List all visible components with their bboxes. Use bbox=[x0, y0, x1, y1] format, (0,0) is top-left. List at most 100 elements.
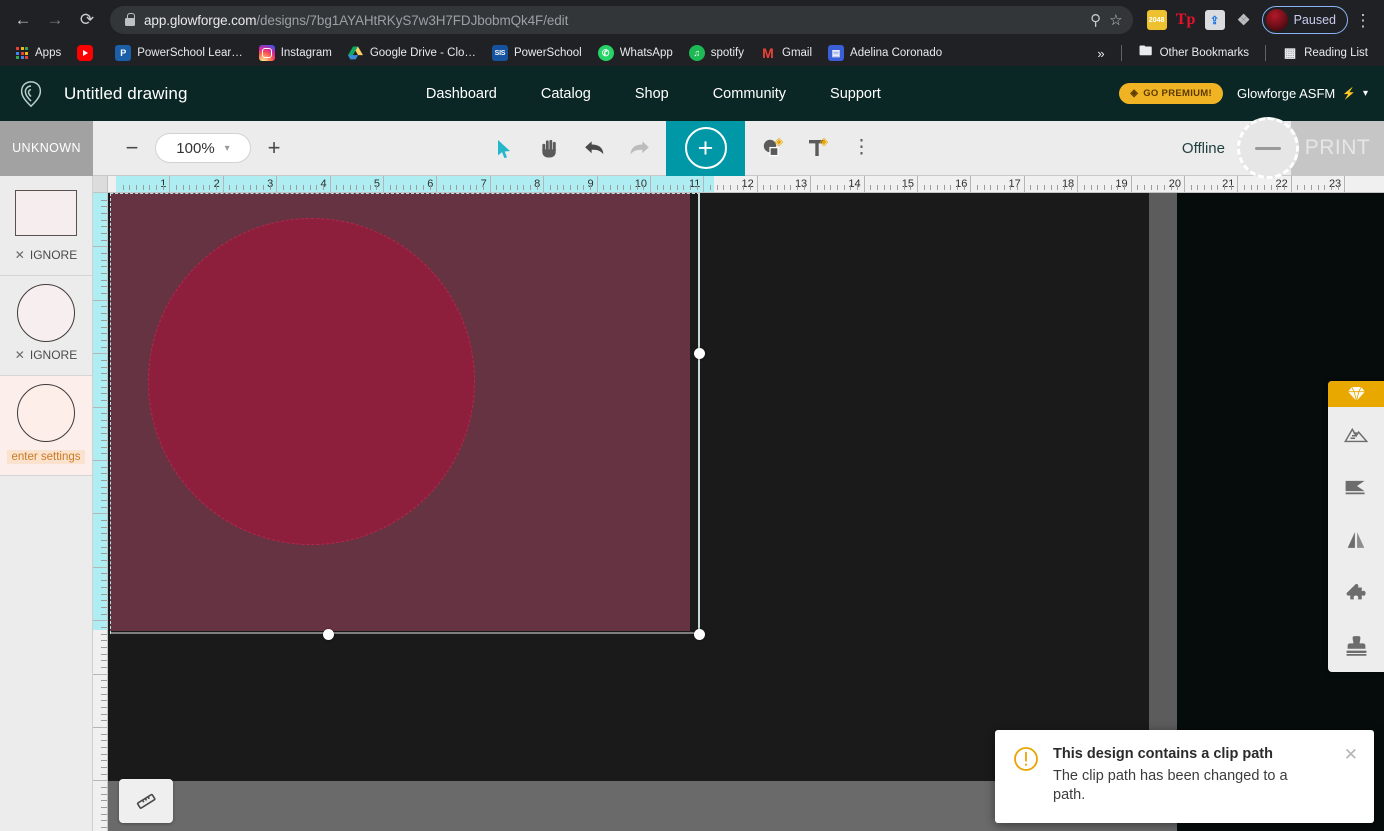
ruler-minor-tick bbox=[770, 185, 772, 190]
kebab-menu-icon[interactable]: ⋮ bbox=[1350, 12, 1376, 29]
pan-tool[interactable] bbox=[527, 131, 572, 165]
ruler-minor-tick bbox=[1257, 185, 1259, 190]
stamp-tool[interactable] bbox=[1328, 619, 1384, 672]
enter-settings-label[interactable]: enter settings bbox=[7, 450, 85, 464]
bookmark-apps[interactable]: Apps bbox=[8, 44, 69, 62]
premium-shapes-tool[interactable] bbox=[1328, 381, 1384, 407]
todoist-extension-icon[interactable]: Tp bbox=[1176, 10, 1196, 30]
nav-community[interactable]: Community bbox=[713, 86, 786, 102]
ruler-minor-tick bbox=[269, 185, 271, 190]
bookmark-whatsapp[interactable]: ✆ WhatsApp bbox=[590, 42, 681, 64]
ruler-minor-tick bbox=[101, 827, 107, 829]
bookmark-youtube[interactable] bbox=[69, 42, 107, 64]
ruler-minor-tick bbox=[1204, 185, 1206, 190]
star-icon[interactable]: ☆ bbox=[1109, 11, 1122, 29]
right-tools-panel bbox=[1328, 381, 1384, 672]
resize-handle-bottom[interactable] bbox=[323, 629, 334, 640]
address-bar[interactable]: app.glowforge.com/designs/7bg1AYAHtRKyS7… bbox=[110, 6, 1133, 34]
ruler-minor-tick bbox=[101, 633, 107, 635]
key-icon[interactable]: ⚲ bbox=[1090, 11, 1101, 29]
text-tool[interactable]: ◈ bbox=[794, 131, 839, 165]
reload-button[interactable]: ⟳ bbox=[72, 5, 102, 35]
ruler-minor-tick bbox=[101, 767, 107, 769]
ruler-tick bbox=[1130, 176, 1132, 192]
layer-status[interactable]: ✕ IGNORE bbox=[15, 248, 77, 262]
bookmark-label: Google Drive - Clo… bbox=[369, 47, 476, 59]
print-knob[interactable] bbox=[1237, 117, 1299, 179]
measure-tool-button[interactable] bbox=[119, 779, 173, 823]
outline-tool[interactable] bbox=[1328, 407, 1384, 460]
circle-shape-icon bbox=[17, 284, 75, 342]
ruler-minor-tick bbox=[1304, 185, 1306, 190]
ruler-tick bbox=[1077, 176, 1079, 192]
layer-item[interactable]: enter settings bbox=[0, 376, 92, 476]
trace-tool[interactable] bbox=[1328, 460, 1384, 513]
ruler-minor-tick bbox=[416, 185, 418, 190]
layer-item[interactable]: ✕ IGNORE bbox=[0, 276, 92, 376]
profile-button[interactable]: Paused bbox=[1261, 6, 1348, 34]
canvas-area[interactable]: 1234567891011121314151617181920212223 12… bbox=[93, 176, 1384, 831]
select-tool[interactable] bbox=[482, 131, 527, 165]
resize-handle-bottom-right[interactable] bbox=[694, 629, 705, 640]
ruler-minor-tick bbox=[101, 680, 107, 682]
zoom-in-button[interactable]: + bbox=[263, 137, 285, 159]
divider bbox=[1120, 45, 1122, 61]
ruler-minor-tick bbox=[663, 185, 665, 190]
ruler-minor-tick bbox=[1137, 185, 1139, 190]
print-button[interactable]: PRINT bbox=[1291, 120, 1384, 176]
mirror-tool[interactable] bbox=[1328, 513, 1384, 566]
nav-dashboard[interactable]: Dashboard bbox=[426, 86, 497, 102]
ruler-minor-tick bbox=[1070, 185, 1072, 190]
nav-catalog[interactable]: Catalog bbox=[541, 86, 591, 102]
nav-shop[interactable]: Shop bbox=[635, 86, 669, 102]
add-artwork-button[interactable]: + bbox=[666, 120, 745, 176]
bookmark-adelina-coronado[interactable]: ▤ Adelina Coronado bbox=[820, 42, 950, 64]
nav-support[interactable]: Support bbox=[830, 86, 881, 102]
close-icon[interactable]: ✕ bbox=[1336, 746, 1358, 805]
bookmark-gmail[interactable]: M Gmail bbox=[752, 42, 820, 64]
forward-button[interactable]: → bbox=[40, 5, 70, 35]
layer-item[interactable]: ✕ IGNORE bbox=[0, 176, 92, 276]
ruler-minor-tick bbox=[149, 185, 151, 190]
selection-bounding-box[interactable] bbox=[110, 193, 700, 634]
ruler-minor-tick bbox=[101, 787, 107, 789]
ruler-tick bbox=[169, 176, 171, 192]
ruler-minor-tick bbox=[1110, 185, 1112, 190]
layer-status[interactable]: ✕ IGNORE bbox=[15, 348, 77, 362]
go-premium-button[interactable]: ◈ GO PREMIUM! bbox=[1119, 83, 1223, 104]
puzzle-tool[interactable] bbox=[1328, 566, 1384, 619]
door-extension-icon[interactable]: ⇪ bbox=[1204, 10, 1225, 30]
back-button[interactable]: ← bbox=[8, 5, 38, 35]
bookmark-spotify[interactable]: ♫ spotify bbox=[681, 42, 752, 64]
warning-exclamation-icon bbox=[1013, 746, 1039, 772]
other-bookmarks-button[interactable]: 🖿 Other Bookmarks bbox=[1130, 42, 1257, 64]
puzzle-extensions-icon[interactable]: ❖ bbox=[1234, 10, 1254, 30]
glowforge-logo-icon[interactable] bbox=[16, 79, 46, 109]
account-menu[interactable]: Glowforge ASFM ⚡ ▾ bbox=[1237, 86, 1368, 101]
redo-tool[interactable] bbox=[617, 131, 662, 165]
2048-extension-icon[interactable]: 2048 bbox=[1146, 10, 1167, 30]
ruler-minor-tick bbox=[101, 693, 107, 695]
material-status-chip[interactable]: UNKNOWN bbox=[0, 120, 93, 176]
design-title[interactable]: Untitled drawing bbox=[64, 84, 188, 104]
more-options-button[interactable]: ⋮ bbox=[839, 131, 884, 165]
bookmark-powerschool[interactable]: SIS PowerSchool bbox=[484, 42, 590, 64]
sis-icon: SIS bbox=[491, 45, 508, 61]
ruler-minor-tick bbox=[1123, 185, 1125, 190]
zoom-out-button[interactable]: − bbox=[121, 137, 143, 159]
ruler-minor-tick bbox=[189, 185, 191, 190]
zoom-level-select[interactable]: 100% ▾ bbox=[155, 133, 251, 163]
reading-list-button[interactable]: ▦ Reading List bbox=[1274, 42, 1376, 64]
bookmark-instagram[interactable]: Instagram bbox=[251, 42, 340, 64]
resize-handle-right[interactable] bbox=[694, 348, 705, 359]
bookmarks-overflow-button[interactable]: » bbox=[1089, 46, 1112, 61]
undo-tool[interactable] bbox=[572, 131, 617, 165]
bookmark-powerschool-learning[interactable]: P PowerSchool Lear… bbox=[107, 42, 250, 64]
ruler-tick bbox=[1290, 176, 1292, 192]
bookmark-google-drive[interactable]: Google Drive - Clo… bbox=[340, 42, 484, 64]
bookmark-label: spotify bbox=[710, 47, 745, 59]
shape-tool[interactable]: ◈ bbox=[749, 131, 794, 165]
premium-diamond-icon: ◈ bbox=[1130, 88, 1139, 99]
ruler-minor-tick bbox=[730, 185, 732, 190]
ruler-tick bbox=[1344, 176, 1346, 192]
